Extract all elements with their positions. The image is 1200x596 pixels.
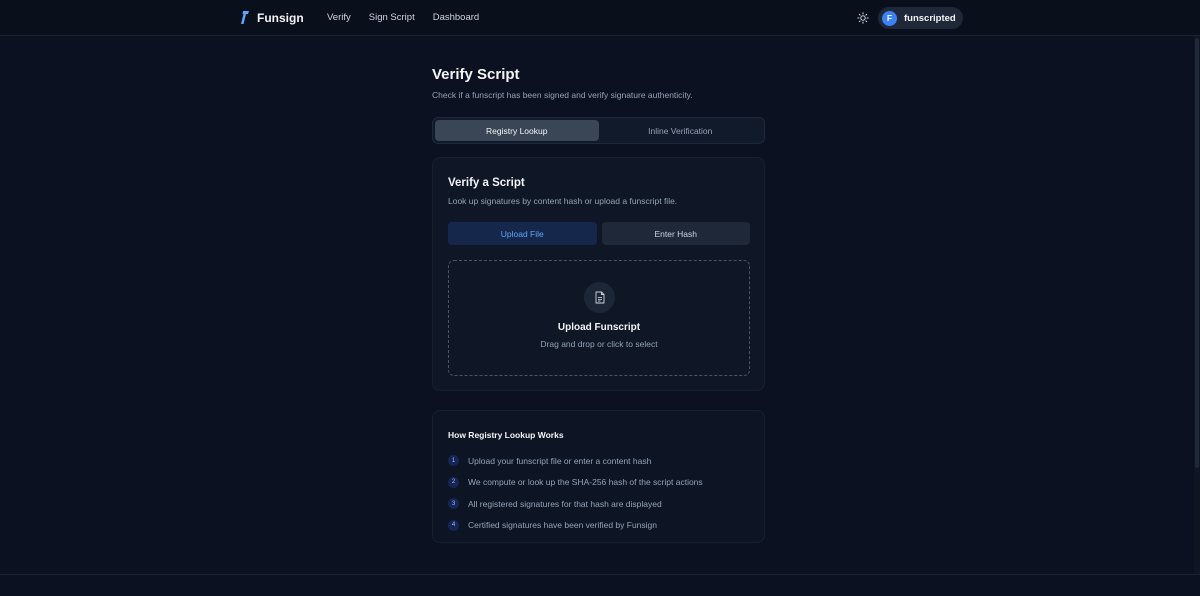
footer-divider xyxy=(0,574,1200,575)
file-icon xyxy=(595,291,604,304)
upload-dropzone[interactable]: Upload Funscript Drag and drop or click … xyxy=(448,260,750,376)
list-item: 3 All registered signatures for that has… xyxy=(448,493,703,515)
sun-icon[interactable] xyxy=(857,12,869,24)
step-text: We compute or look up the SHA-256 hash o… xyxy=(468,477,703,488)
source-tabs: Upload File Enter Hash xyxy=(448,222,750,245)
list-item: 2 We compute or look up the SHA-256 hash… xyxy=(448,472,703,494)
page-header: Verify Script Check if a funscript has b… xyxy=(432,66,765,100)
step-number-badge: 1 xyxy=(448,455,459,467)
top-navbar: Funsign Verify Sign Script Dashboard F f… xyxy=(0,0,1200,36)
scrollbar-thumb[interactable] xyxy=(1195,38,1199,468)
dropzone-subtitle: Drag and drop or click to select xyxy=(540,339,658,349)
verification-mode-tabs: Registry Lookup Inline Verification xyxy=(432,117,765,144)
user-menu-button[interactable]: F funscripted xyxy=(878,7,963,29)
steps-list: 1 Upload your funscript file or enter a … xyxy=(448,450,703,536)
upload-file-button[interactable]: Upload File xyxy=(448,222,597,245)
how-it-works-card: How Registry Lookup Works 1 Upload your … xyxy=(432,410,765,543)
nav-verify[interactable]: Verify xyxy=(327,12,351,23)
nav-sign-script[interactable]: Sign Script xyxy=(369,12,415,23)
step-number-badge: 2 xyxy=(448,476,459,488)
tab-registry-lookup[interactable]: Registry Lookup xyxy=(435,120,599,141)
verify-card-subtitle: Look up signatures by content hash or up… xyxy=(448,196,678,206)
enter-hash-button[interactable]: Enter Hash xyxy=(601,222,750,245)
brand-logo[interactable]: Funsign xyxy=(240,10,304,25)
dropzone-icon-circle xyxy=(584,282,615,313)
page-title: Verify Script xyxy=(432,66,520,83)
dropzone-title: Upload Funscript xyxy=(557,322,641,333)
list-item: 4 Certified signatures have been verifie… xyxy=(448,515,703,537)
list-item: 1 Upload your funscript file or enter a … xyxy=(448,450,703,472)
avatar: F xyxy=(882,10,897,26)
page-subtitle: Check if a funscript has been signed and… xyxy=(432,90,693,100)
how-it-works-title: How Registry Lookup Works xyxy=(448,430,564,440)
step-text: Upload your funscript file or enter a co… xyxy=(468,455,652,466)
user-name: funscripted xyxy=(904,12,956,24)
step-text: Certified signatures have been verified … xyxy=(468,520,657,531)
brand-name: Funsign xyxy=(257,10,304,25)
main-nav: Verify Sign Script Dashboard xyxy=(327,12,479,23)
step-number-badge: 3 xyxy=(448,498,459,510)
verify-card: Verify a Script Look up signatures by co… xyxy=(432,157,765,391)
verify-card-title: Verify a Script xyxy=(448,177,525,189)
funsign-logo-icon xyxy=(241,11,249,24)
step-number-badge: 4 xyxy=(448,519,459,531)
tab-inline-verification[interactable]: Inline Verification xyxy=(599,120,763,141)
step-text: All registered signatures for that hash … xyxy=(468,498,662,509)
nav-dashboard[interactable]: Dashboard xyxy=(433,12,479,23)
